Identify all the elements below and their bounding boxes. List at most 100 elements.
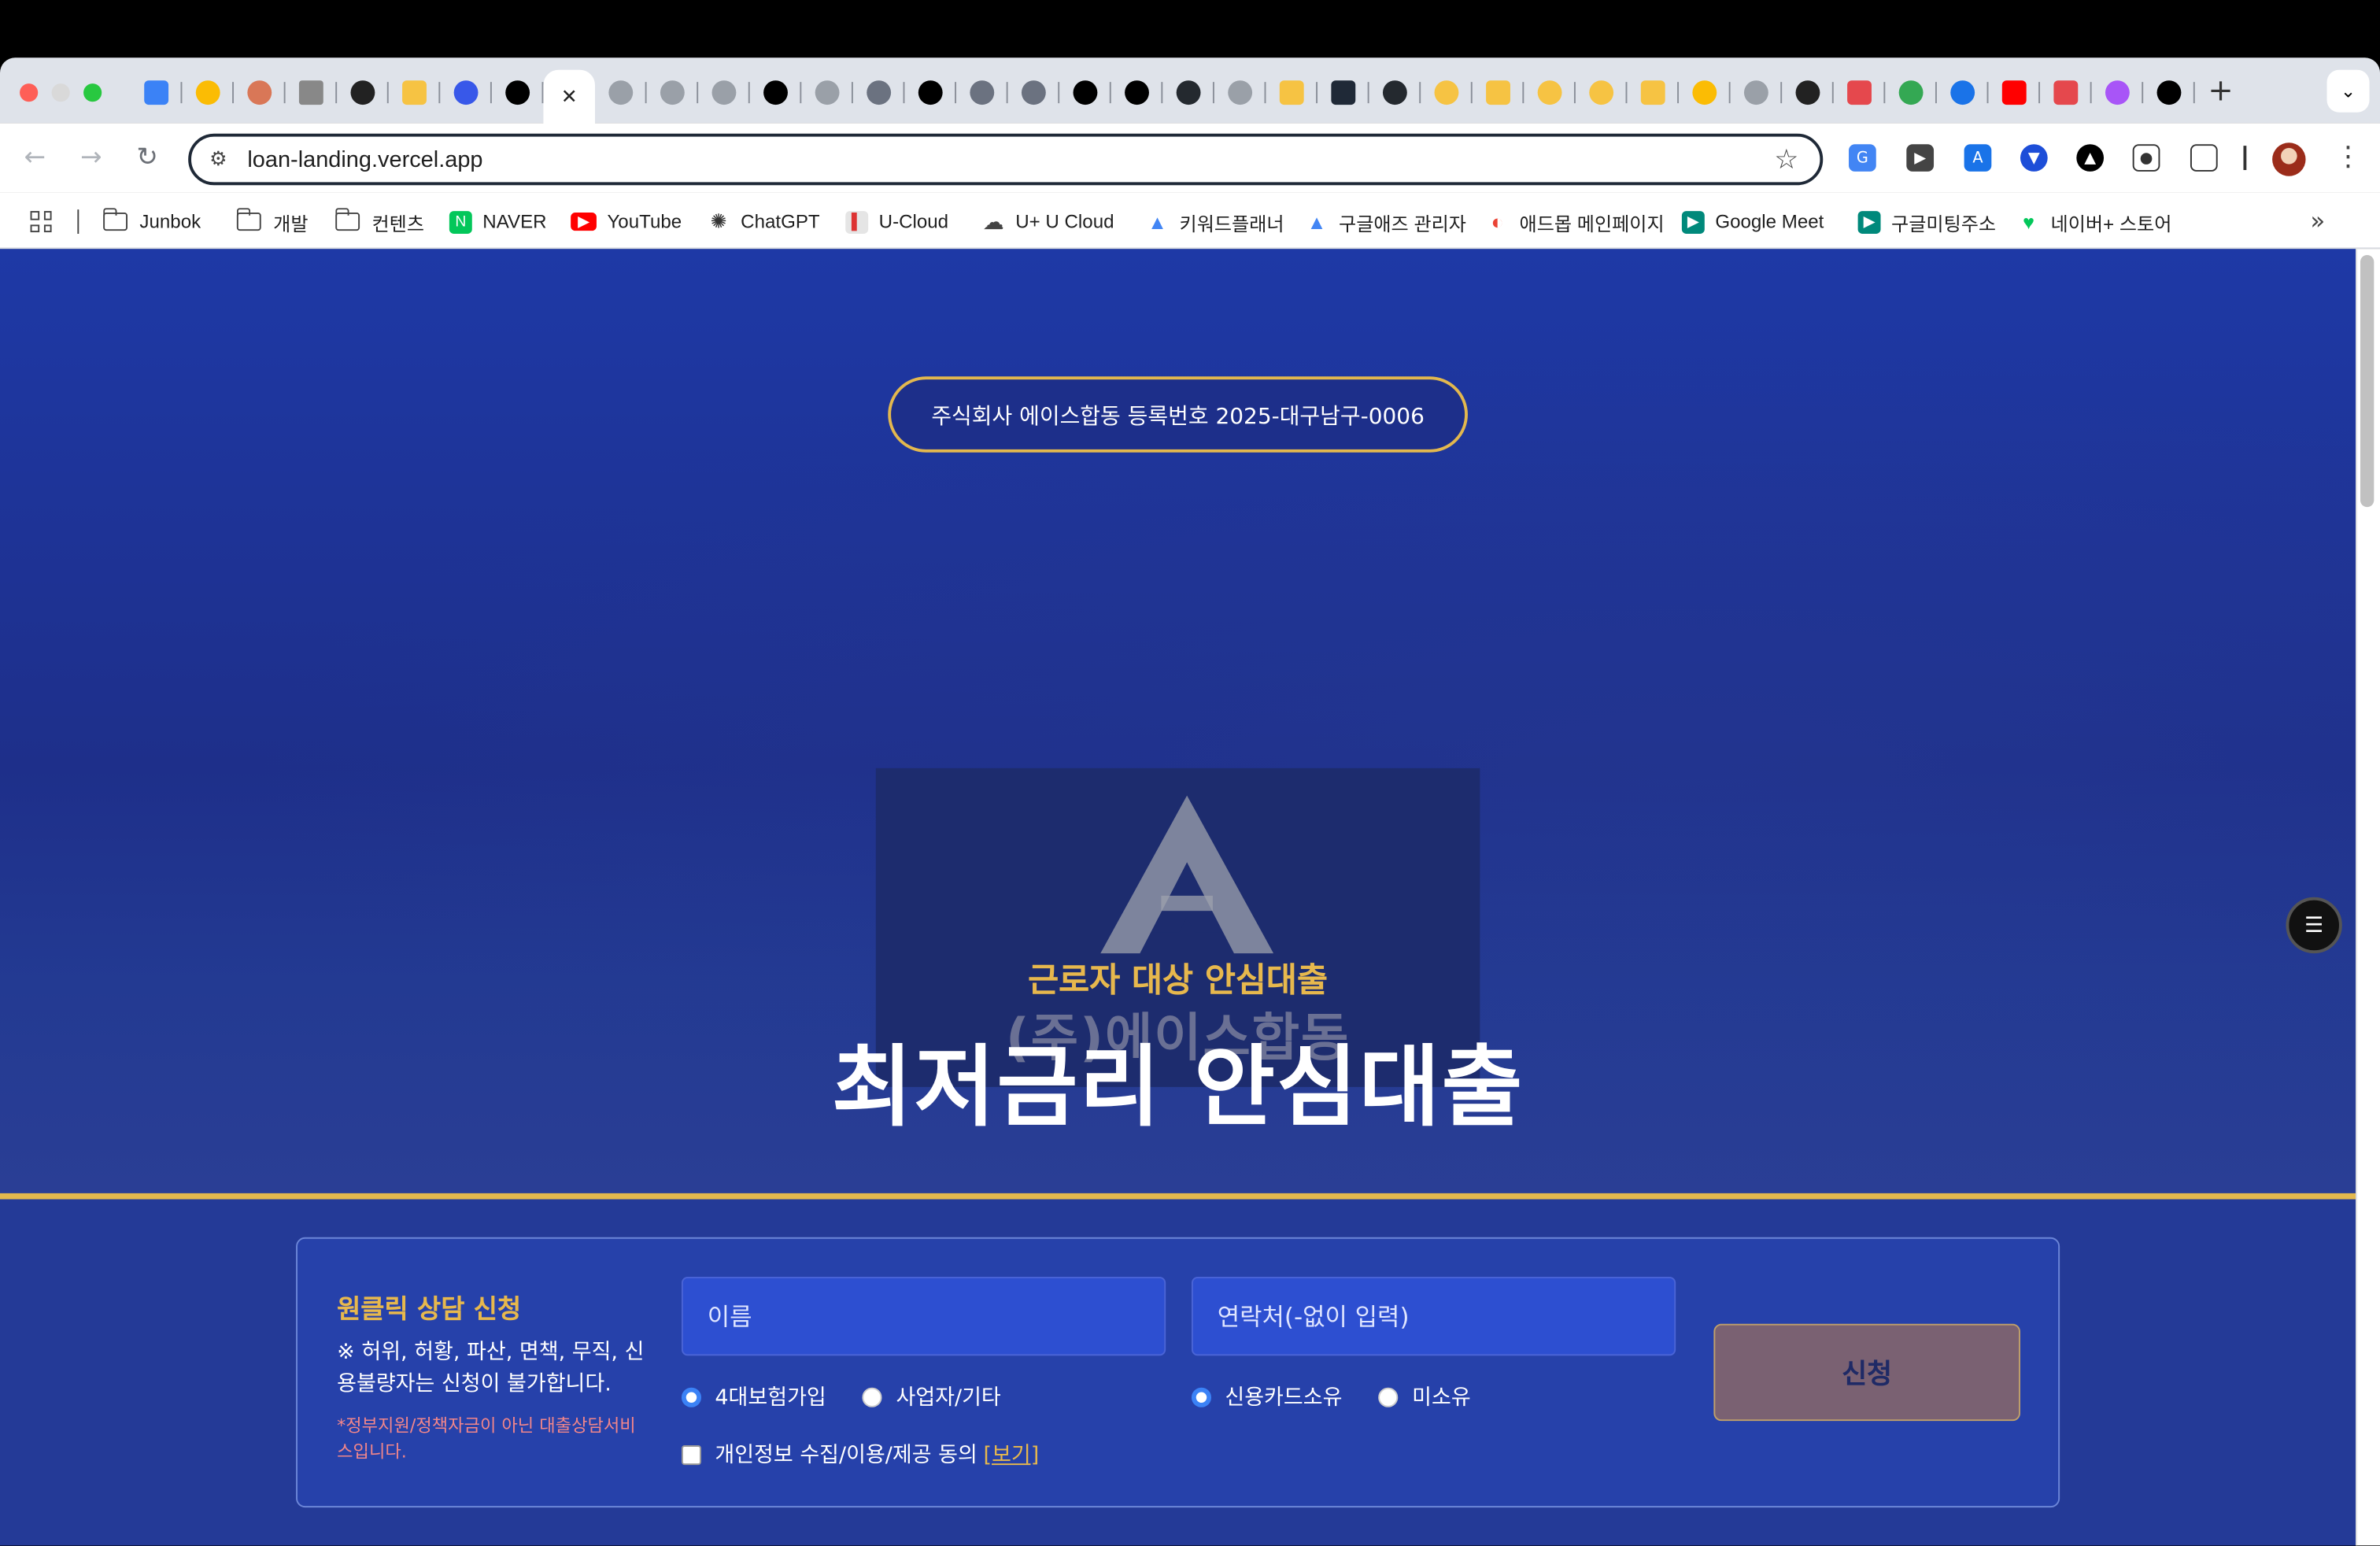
tab[interactable] [1111, 70, 1163, 116]
tab[interactable] [1524, 70, 1576, 116]
bookmark-google-meet[interactable]: ▶ Google Meet [1681, 209, 1824, 234]
site-settings-icon[interactable]: ⚙ [209, 149, 227, 172]
translate-extension-icon[interactable]: A [1964, 144, 1992, 172]
profile-avatar[interactable] [2272, 142, 2306, 176]
tab[interactable] [1214, 70, 1266, 116]
tab[interactable] [1731, 70, 1783, 116]
tab[interactable] [234, 70, 286, 116]
tab[interactable] [1885, 70, 1937, 116]
tab[interactable] [801, 70, 853, 116]
bookmark-star-icon[interactable]: ☆ [1774, 144, 1798, 176]
tab[interactable] [1627, 70, 1680, 116]
tab[interactable] [1782, 70, 1834, 116]
robot-extension-icon[interactable]: ● [2132, 144, 2160, 172]
reload-button[interactable]: ↻ [132, 142, 163, 173]
tab[interactable] [595, 70, 647, 116]
card-radio-none[interactable] [1378, 1386, 1399, 1407]
bookmark-naver[interactable]: N NAVER [449, 209, 547, 234]
forward-button[interactable]: → [76, 142, 106, 173]
floating-menu-button[interactable]: ☰ [2286, 897, 2342, 954]
gem-extension-icon[interactable]: ▼ [2020, 144, 2048, 172]
tab[interactable] [647, 70, 699, 116]
tab[interactable] [1937, 70, 1989, 116]
more-bookmarks-icon[interactable]: » [2310, 206, 2325, 235]
bookmark-admob[interactable]: ◐ 애드몹 메인페이지 [1486, 209, 1664, 235]
close-window-button[interactable] [20, 83, 39, 102]
tab[interactable] [2143, 70, 2195, 116]
scrollbar-thumb[interactable] [2360, 255, 2374, 508]
bookmark-uplus-ucloud[interactable]: ☁ U+ U Cloud [982, 209, 1114, 234]
tab[interactable] [1679, 70, 1731, 116]
tab-active[interactable]: ✕ [543, 69, 596, 125]
bookmark-chatgpt[interactable]: ✺ ChatGPT [708, 209, 820, 234]
vercel-extension-icon[interactable]: ▲ [2076, 144, 2105, 172]
zoom-window-button[interactable] [83, 83, 102, 102]
tab[interactable] [337, 70, 389, 116]
tab[interactable] [1421, 70, 1473, 116]
new-tab-button[interactable]: + [2204, 75, 2237, 108]
tab[interactable] [750, 70, 802, 116]
back-button[interactable]: ← [20, 142, 50, 173]
tab[interactable] [853, 70, 905, 116]
bookmark-naver-store[interactable]: ♥ 네이버+ 스토어 [2017, 209, 2171, 235]
tab[interactable] [1576, 70, 1628, 116]
tab[interactable] [956, 70, 1008, 116]
employment-radio-group: 4대보험가입 사업자/기타 [681, 1383, 1037, 1411]
tab[interactable] [1162, 70, 1214, 116]
tab[interactable] [1008, 70, 1060, 116]
browser-menu-icon[interactable]: ⋮ [2334, 141, 2362, 173]
employment-radio-insured[interactable] [681, 1386, 702, 1407]
employment-radio-business[interactable] [863, 1386, 883, 1407]
bookmark-label: 구글애즈 관리자 [1339, 213, 1466, 235]
youtube-icon [2001, 80, 2027, 105]
tab[interactable] [440, 70, 492, 116]
close-tab-icon[interactable]: ✕ [561, 86, 578, 109]
card-radio-owned[interactable] [1191, 1386, 1212, 1407]
claude-icon [247, 80, 272, 105]
bookmark-dev[interactable]: 개발 [235, 208, 309, 235]
form-title: 원클릭 상담 신청 [337, 1295, 522, 1326]
tab[interactable] [1059, 70, 1111, 116]
video-extension-icon[interactable]: ▶ [1906, 144, 1935, 172]
bookmark-google-ads-manager[interactable]: ▲ 구글애즈 관리자 [1306, 209, 1466, 235]
tab[interactable] [2040, 70, 2092, 116]
privacy-view-link[interactable]: [보기] [984, 1439, 1040, 1470]
loading-icon [1021, 80, 1046, 105]
bookmark-junbok[interactable]: Junbok [102, 208, 201, 234]
bookmark-youtube[interactable]: ▶ YouTube [571, 209, 682, 234]
tab[interactable] [2092, 70, 2144, 116]
minimize-window-button[interactable] [51, 83, 70, 102]
tab[interactable] [131, 70, 183, 116]
tab[interactable] [1834, 70, 1886, 116]
submit-button[interactable]: 신청 [1713, 1323, 2020, 1422]
address-url[interactable]: loan-landing.vercel.app [247, 147, 482, 173]
apps-grid-icon[interactable] [30, 211, 52, 233]
google-translate-extension-icon[interactable]: G [1849, 144, 1876, 172]
tab[interactable] [1318, 70, 1369, 116]
tab[interactable] [698, 70, 750, 116]
tab[interactable] [1988, 70, 2041, 116]
bookmark-ucloud[interactable]: ▌ U-Cloud [845, 209, 948, 234]
bookmark-keyword-planner[interactable]: ▲ 키워드플래너 [1146, 209, 1284, 235]
phone-input[interactable] [1191, 1276, 1676, 1356]
bookmark-label: 키워드플래너 [1179, 213, 1284, 235]
tab[interactable] [1369, 70, 1421, 116]
bookmark-contents[interactable]: 컨텐츠 [334, 208, 424, 235]
registration-badge: 주식회사 에이스합동 등록번호 2025-대구남구-0006 [888, 376, 1468, 453]
bookmark-google-meeting-address[interactable]: ▶ 구글미팅주소 [1857, 209, 1996, 235]
tab-search-button[interactable]: ⌄ [2326, 69, 2370, 113]
tab[interactable] [286, 70, 338, 116]
tab[interactable] [389, 70, 441, 116]
extensions-puzzle-icon[interactable] [2190, 144, 2218, 172]
document-icon [298, 80, 323, 105]
tab[interactable] [1473, 70, 1524, 116]
app-icon [1537, 80, 1562, 105]
tab[interactable] [904, 70, 957, 116]
tab[interactable] [1266, 70, 1318, 116]
privacy-agree-checkbox[interactable] [681, 1444, 702, 1465]
tab[interactable] [182, 70, 235, 116]
name-input[interactable] [681, 1276, 1166, 1356]
app-icon [402, 80, 427, 105]
address-bar[interactable]: ⚙ loan-landing.vercel.app ☆ [188, 133, 1824, 186]
tab[interactable] [492, 70, 544, 116]
